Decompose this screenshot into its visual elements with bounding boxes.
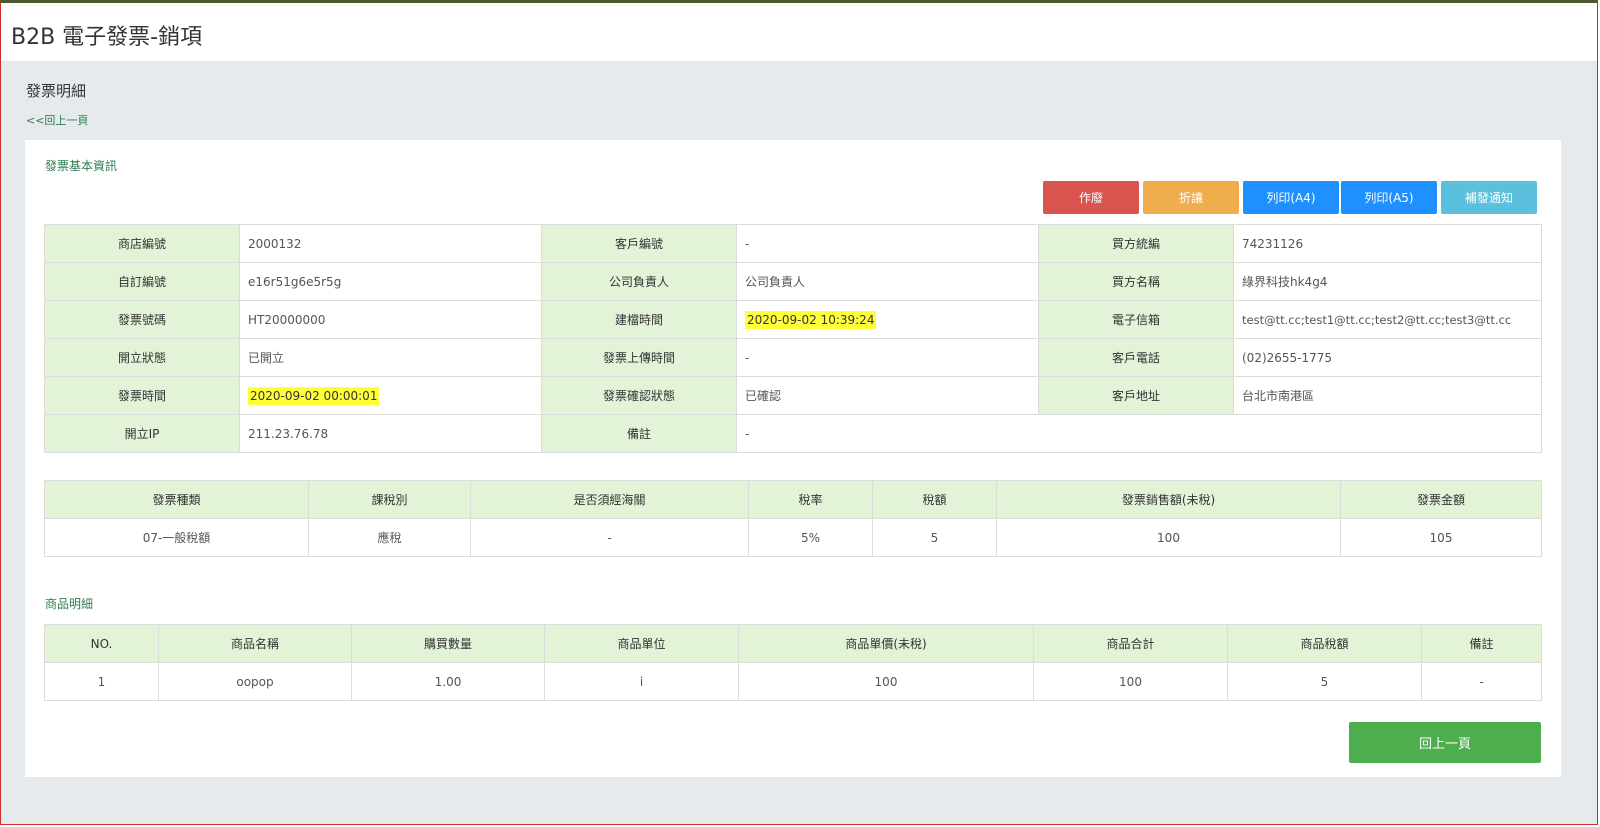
product-cell: i — [544, 662, 739, 701]
products-header: 購買數量 — [351, 624, 545, 663]
tax-cell: 5% — [748, 518, 873, 557]
info-label: 發票上傳時間 — [541, 338, 737, 377]
void-button[interactable]: 作廢 — [1043, 181, 1139, 214]
tax-cell: - — [470, 518, 749, 557]
product-cell: 1.00 — [351, 662, 545, 701]
discount-button[interactable]: 折讓 — [1143, 181, 1239, 214]
custom-id-value: e16r51g6e5r5g — [239, 262, 542, 301]
tax-header: 發票種類 — [44, 480, 309, 519]
info-label: 開立IP — [44, 414, 240, 453]
info-row: 自訂編號 e16r51g6e5r5g 公司負責人 公司負責人 買方名稱 綠界科技… — [44, 262, 1542, 301]
products-header: 商品合計 — [1033, 624, 1228, 663]
top-bar: B2B 電子發票-銷項 — [1, 3, 1597, 62]
info-label: 自訂編號 — [44, 262, 240, 301]
tax-header: 是否須經海關 — [470, 480, 749, 519]
products-header: 商品名稱 — [158, 624, 352, 663]
back-button[interactable]: 回上一頁 — [1349, 722, 1541, 763]
tax-cell: 100 — [996, 518, 1341, 557]
created-time-cell: 2020-09-02 10:39:24 — [736, 300, 1039, 339]
email-value: test@tt.cc;test1@tt.cc;test2@tt.cc;test3… — [1233, 300, 1542, 339]
remark-value: - — [736, 414, 1542, 453]
products-header: 商品稅額 — [1227, 624, 1422, 663]
product-cell: oopop — [158, 662, 352, 701]
store-id-value: 2000132 — [239, 224, 542, 263]
tax-header-row: 發票種類 課稅別 是否須經海關 稅率 稅額 發票銷售額(未稅) 發票金額 — [44, 480, 1542, 519]
info-row: 開立狀態 已開立 發票上傳時間 - 客戶電話 (02)2655-1775 — [44, 338, 1542, 377]
tax-row: 07-一般稅額 應稅 - 5% 5 100 105 — [44, 518, 1542, 557]
product-cell: 1 — [44, 662, 159, 701]
invoice-number-value: HT20000000 — [239, 300, 542, 339]
company-owner-value: 公司負責人 — [736, 262, 1039, 301]
tax-cell: 5 — [872, 518, 997, 557]
info-label: 發票時間 — [44, 376, 240, 415]
tax-cell: 應稅 — [308, 518, 471, 557]
section-title-basic-info: 發票基本資訊 — [45, 159, 118, 173]
invoice-info-table: 商店編號 2000132 客戶編號 - 買方統編 74231126 自訂編號 e… — [44, 224, 1542, 453]
info-label: 買方名稱 — [1038, 262, 1234, 301]
section-title-products: 商品明細 — [45, 597, 94, 611]
customer-phone-value: (02)2655-1775 — [1233, 338, 1542, 377]
app-title: B2B 電子發票-銷項 — [11, 25, 203, 50]
products-header: 商品單價(未稅) — [738, 624, 1034, 663]
products-header: 商品單位 — [544, 624, 739, 663]
info-label: 公司負責人 — [541, 262, 737, 301]
table-row: 1 oopop 1.00 i 100 100 5 - — [44, 662, 1542, 701]
info-label: 開立狀態 — [44, 338, 240, 377]
info-label: 客戶電話 — [1038, 338, 1234, 377]
product-cell: 5 — [1227, 662, 1422, 701]
issue-status-value: 已開立 — [239, 338, 542, 377]
resend-notice-button[interactable]: 補發通知 — [1441, 181, 1537, 214]
tax-header: 稅率 — [748, 480, 873, 519]
info-label: 發票確認狀態 — [541, 376, 737, 415]
tax-summary-table: 發票種類 課稅別 是否須經海關 稅率 稅額 發票銷售額(未稅) 發票金額 07-… — [44, 480, 1542, 557]
info-label: 客戶編號 — [541, 224, 737, 263]
invoice-time-value: 2020-09-02 00:00:01 — [248, 386, 380, 405]
product-cell: 100 — [1033, 662, 1228, 701]
info-label: 商店編號 — [44, 224, 240, 263]
buyer-tax-id-value: 74231126 — [1233, 224, 1542, 263]
info-row: 發票時間 2020-09-02 00:00:01 發票確認狀態 已確認 客戶地址… — [44, 376, 1542, 415]
product-cell: 100 — [738, 662, 1034, 701]
back-link[interactable]: <<回上一頁 — [26, 112, 88, 128]
product-cell: - — [1421, 662, 1542, 701]
info-label: 發票號碼 — [44, 300, 240, 339]
tax-header: 發票金額 — [1340, 480, 1542, 519]
upload-time-value: - — [736, 338, 1039, 377]
tax-header: 課稅別 — [308, 480, 471, 519]
products-header: 備註 — [1421, 624, 1542, 663]
print-a5-button[interactable]: 列印(A5) — [1341, 181, 1437, 214]
products-table: NO. 商品名稱 購買數量 商品單位 商品單價(未稅) 商品合計 商品稅額 備註… — [44, 624, 1542, 701]
info-row: 開立IP 211.23.76.78 備註 - — [44, 414, 1542, 453]
info-label: 備註 — [541, 414, 737, 453]
customer-address-value: 台北市南港區 — [1233, 376, 1542, 415]
buyer-name-value: 綠界科技hk4g4 — [1233, 262, 1542, 301]
tax-cell: 07-一般稅額 — [44, 518, 309, 557]
confirm-status-value: 已確認 — [736, 376, 1039, 415]
products-header-row: NO. 商品名稱 購買數量 商品單位 商品單價(未稅) 商品合計 商品稅額 備註 — [44, 624, 1542, 663]
info-label: 買方統編 — [1038, 224, 1234, 263]
print-a4-button[interactable]: 列印(A4) — [1243, 181, 1339, 214]
tax-header: 發票銷售額(未稅) — [996, 480, 1341, 519]
info-label: 建檔時間 — [541, 300, 737, 339]
products-header: NO. — [44, 624, 159, 663]
tax-cell: 105 — [1340, 518, 1542, 557]
invoice-time-cell: 2020-09-02 00:00:01 — [239, 376, 542, 415]
tax-header: 稅額 — [872, 480, 997, 519]
info-row: 發票號碼 HT20000000 建檔時間 2020-09-02 10:39:24… — [44, 300, 1542, 339]
customer-id-value: - — [736, 224, 1039, 263]
issue-ip-value: 211.23.76.78 — [239, 414, 542, 453]
info-label: 客戶地址 — [1038, 376, 1234, 415]
info-row: 商店編號 2000132 客戶編號 - 買方統編 74231126 — [44, 224, 1542, 263]
page-title: 發票明細 — [26, 82, 87, 100]
info-label: 電子信箱 — [1038, 300, 1234, 339]
created-time-value: 2020-09-02 10:39:24 — [745, 310, 877, 329]
